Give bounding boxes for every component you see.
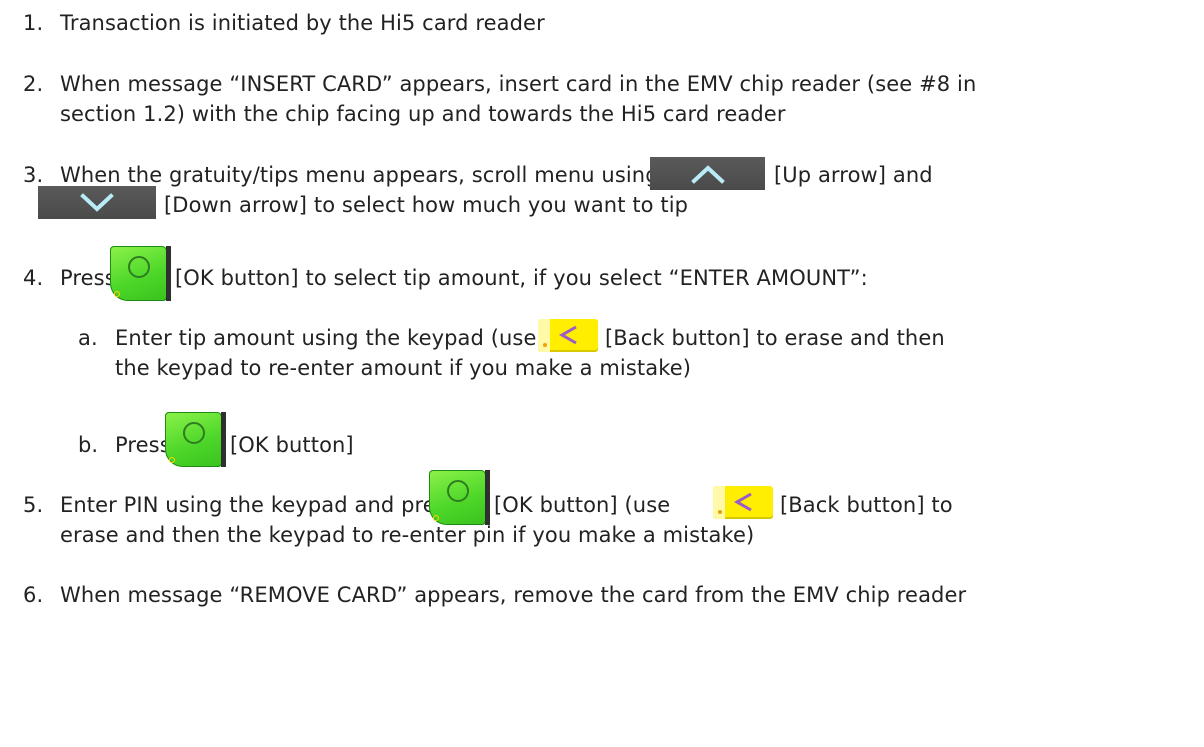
step-4a-continuation: the keypad to re-enter amount if you mak… bbox=[115, 356, 692, 380]
step-number: 3. bbox=[23, 163, 44, 187]
step-5-continuation: erase and then the keypad to re-enter pi… bbox=[60, 523, 755, 547]
step-number: 1. bbox=[23, 11, 44, 35]
step-number: 4. bbox=[23, 266, 44, 290]
step-2: 2. When message “INSERT CARD” appears, i… bbox=[23, 70, 976, 98]
step-4b-text-after: [OK button] bbox=[230, 433, 354, 457]
step-number: b. bbox=[78, 433, 99, 457]
step-4a-text-after: [Back button] to erase and then bbox=[605, 326, 945, 350]
step-text: Transaction is initiated by the Hi5 card… bbox=[60, 11, 545, 35]
step-text: Enter tip amount using the keypad (use bbox=[115, 326, 537, 350]
step-text: Press bbox=[60, 266, 116, 290]
chevron-left-icon bbox=[558, 325, 577, 345]
step-text: When message “INSERT CARD” appears, inse… bbox=[60, 72, 977, 96]
step-4b: b. Press bbox=[78, 431, 171, 459]
step-5: 5. Enter PIN using the keypad and press bbox=[23, 491, 458, 519]
step-2-continuation: section 1.2) with the chip facing up and… bbox=[60, 102, 786, 126]
step-1: 1. Transaction is initiated by the Hi5 c… bbox=[23, 9, 545, 37]
step-3: 3. When the gratuity/tips menu appears, … bbox=[23, 161, 659, 189]
step-text: Press bbox=[115, 433, 171, 457]
chevron-left-icon bbox=[733, 492, 752, 512]
chevron-down-icon bbox=[80, 192, 114, 212]
step-4: 4. Press bbox=[23, 264, 116, 292]
step-number: a. bbox=[78, 326, 98, 350]
down-arrow-button-icon bbox=[38, 186, 156, 219]
back-button-icon bbox=[538, 319, 598, 352]
up-arrow-button-icon bbox=[650, 157, 765, 190]
step-6: 6. When message “REMOVE CARD” appears, r… bbox=[23, 581, 966, 609]
step-text: When the gratuity/tips menu appears, scr… bbox=[60, 163, 659, 187]
back-button-icon bbox=[713, 486, 773, 519]
step-4a: a. Enter tip amount using the keypad (us… bbox=[78, 324, 536, 352]
step-number: 2. bbox=[23, 72, 44, 96]
step-5-text-middle: [OK button] (use bbox=[494, 493, 671, 517]
ok-button-icon bbox=[110, 246, 171, 301]
step-5-text-after: [Back button] to bbox=[780, 493, 953, 517]
step-text: Enter PIN using the keypad and press bbox=[60, 493, 458, 517]
ok-button-icon bbox=[165, 412, 226, 467]
step-4-text-after: [OK button] to select tip amount, if you… bbox=[175, 266, 868, 290]
ok-button-icon bbox=[429, 470, 490, 525]
step-number: 6. bbox=[23, 583, 44, 607]
chevron-up-icon bbox=[690, 164, 725, 184]
down-arrow-label: [Down arrow] to select how much you want… bbox=[164, 193, 689, 217]
step-number: 5. bbox=[23, 493, 44, 517]
step-text: When message “REMOVE CARD” appears, remo… bbox=[60, 583, 967, 607]
up-arrow-label: [Up arrow] and bbox=[774, 163, 933, 187]
